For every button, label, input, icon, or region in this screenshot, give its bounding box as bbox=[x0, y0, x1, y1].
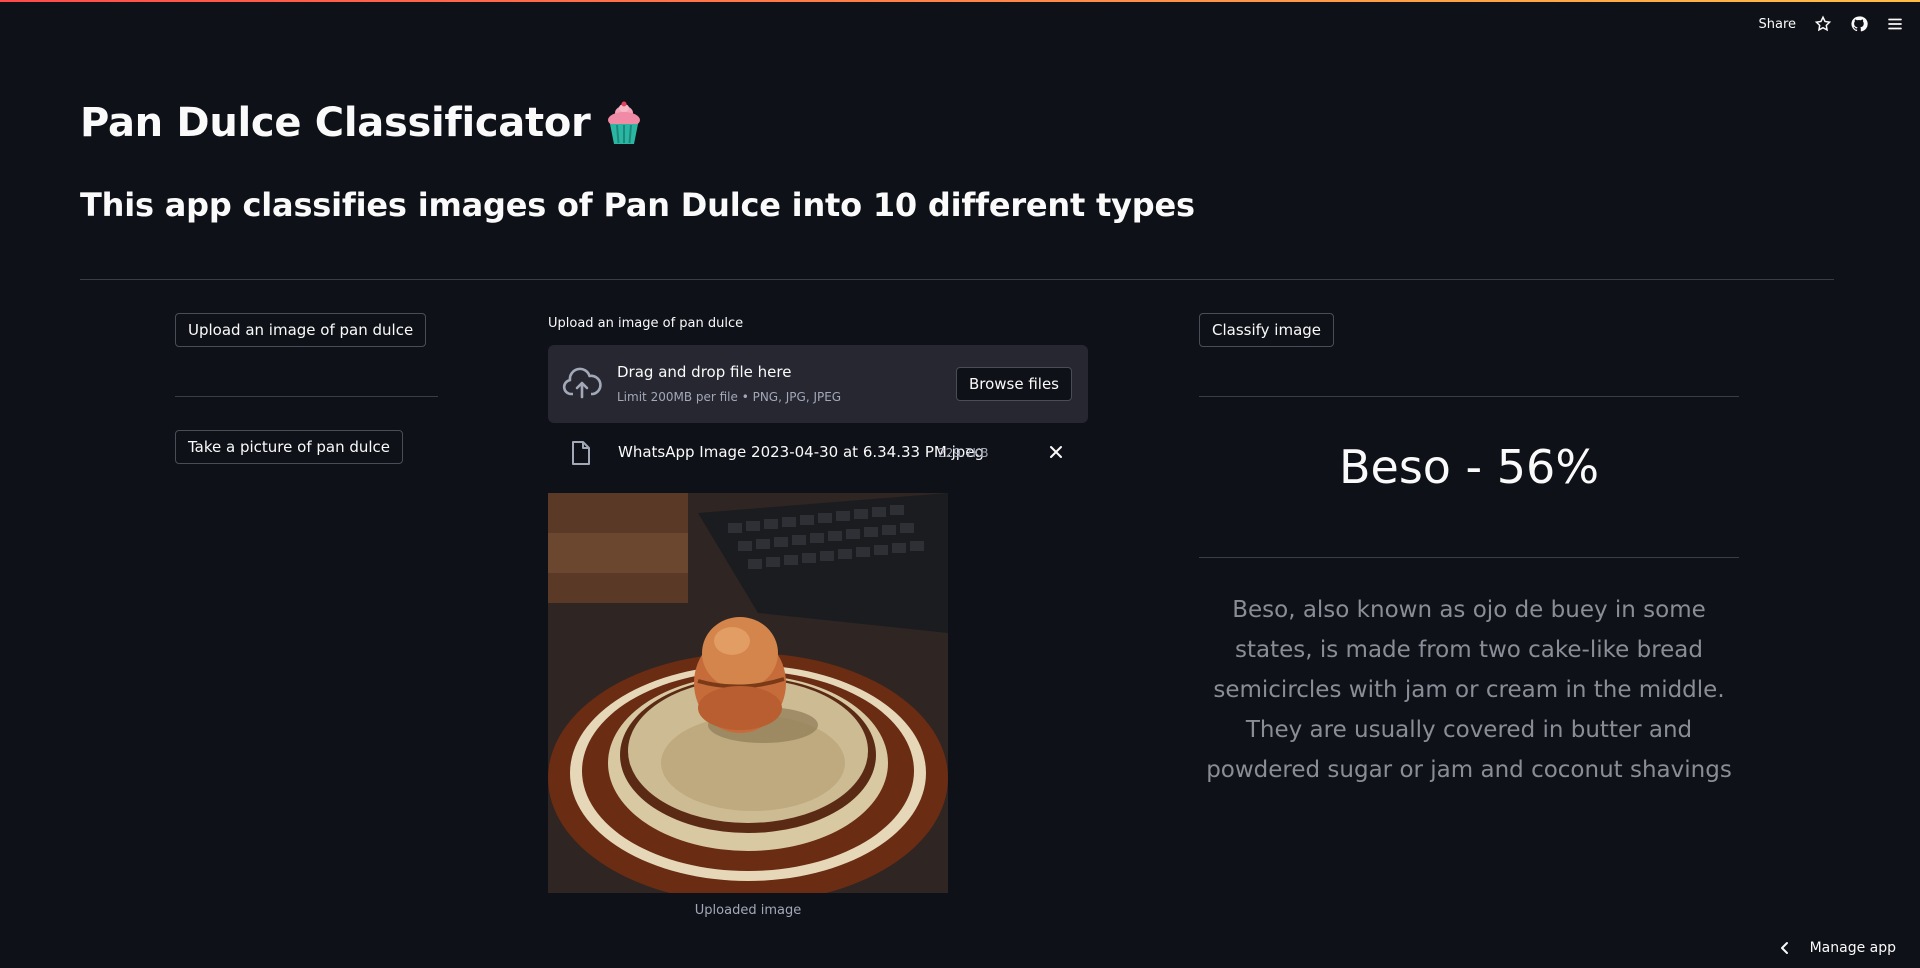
upload-image-button[interactable]: Upload an image of pan dulce bbox=[175, 313, 427, 347]
hamburger-menu-icon[interactable] bbox=[1886, 15, 1904, 33]
page-title-text: Pan Dulce Classificator bbox=[80, 100, 591, 146]
right-divider-bottom bbox=[1199, 557, 1739, 558]
file-size: 229.7KB bbox=[938, 446, 989, 460]
dropzone-limit: Limit 200MB per file • PNG, JPG, JPEG bbox=[617, 390, 842, 404]
uploaded-file-row: WhatsApp Image 2023-04-30 at 6.34.33 PM.… bbox=[548, 436, 1088, 470]
result-description: Beso, also known as ojo de buey in some … bbox=[1206, 597, 1732, 783]
file-icon bbox=[572, 441, 590, 465]
manage-app-button[interactable]: Manage app bbox=[1778, 940, 1896, 956]
github-icon[interactable] bbox=[1850, 15, 1868, 33]
star-icon[interactable] bbox=[1814, 15, 1832, 33]
classify-image-button[interactable]: Classify image bbox=[1199, 313, 1335, 347]
page-subtitle: This app classifies images of Pan Dulce … bbox=[80, 186, 1195, 224]
right-divider-top bbox=[1199, 396, 1739, 397]
manage-app-label: Manage app bbox=[1809, 940, 1896, 956]
uploader-label: Upload an image of pan dulce bbox=[548, 316, 744, 331]
uploaded-image bbox=[548, 493, 948, 893]
take-picture-button[interactable]: Take a picture of pan dulce bbox=[175, 430, 404, 464]
image-caption: Uploaded image bbox=[694, 903, 802, 918]
share-button[interactable]: Share bbox=[1758, 17, 1796, 32]
classification-result: Beso - 56% bbox=[1338, 440, 1600, 494]
browse-files-button[interactable]: Browse files bbox=[955, 367, 1072, 401]
header-toolbar: Share bbox=[1758, 10, 1904, 38]
page-title: Pan Dulce Classificator bbox=[80, 100, 644, 146]
dropzone-title: Drag and drop file here bbox=[617, 363, 792, 381]
cupcake-icon bbox=[608, 101, 641, 144]
file-name: WhatsApp Image 2023-04-30 at 6.34.33 PM.… bbox=[618, 443, 985, 461]
top-accent-bar bbox=[0, 0, 1920, 2]
remove-file-icon[interactable] bbox=[1046, 442, 1066, 462]
left-divider bbox=[175, 396, 438, 397]
main-divider bbox=[80, 279, 1834, 280]
chevron-left-icon bbox=[1780, 942, 1788, 954]
cloud-upload-icon bbox=[562, 367, 602, 399]
file-dropzone[interactable]: Drag and drop file here Limit 200MB per … bbox=[548, 345, 1088, 423]
